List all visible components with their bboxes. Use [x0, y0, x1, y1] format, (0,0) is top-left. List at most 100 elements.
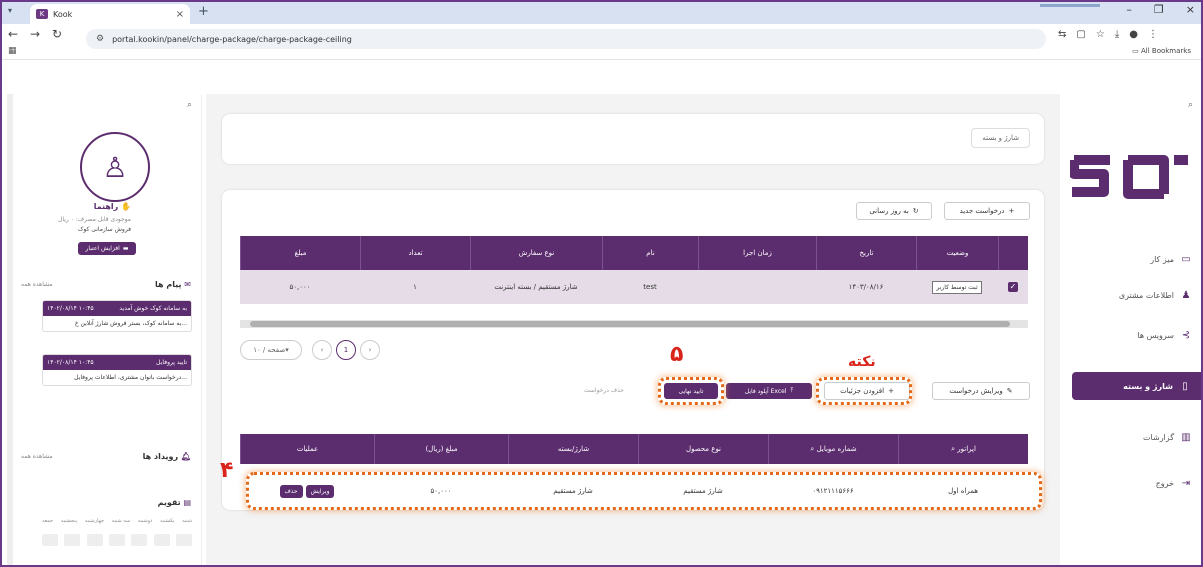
highlight-final-confirm: [658, 377, 724, 405]
back-icon[interactable]: ←: [8, 27, 18, 41]
new-request-label: درخواست جدید: [959, 207, 1005, 215]
increase-credit-label: افزایش اعتبار: [85, 245, 120, 252]
sidebar-item-dashboard[interactable]: میز کار ▭: [1061, 250, 1203, 268]
forward-icon[interactable]: →: [30, 27, 40, 41]
screenshot-icon[interactable]: ▢: [1076, 29, 1085, 40]
weekday: چهارشنبه: [84, 518, 105, 524]
user-name: راهنما ✋: [94, 202, 131, 211]
sidebar-item-services[interactable]: سرویس ها ⊰: [1061, 326, 1203, 344]
events-title: رویداد ها 🔔︎: [143, 452, 191, 461]
calendar-day[interactable]: [108, 534, 125, 546]
next-page-button[interactable]: ›: [360, 340, 380, 360]
site-info-icon[interactable]: ⚙: [96, 34, 104, 44]
address-bar[interactable]: ⚙ portal.kookin/panel/charge-package/cha…: [86, 29, 1046, 49]
message-body: درخواست بانوان مشتری، اطلاعات پروفایل...: [74, 374, 187, 381]
delete-request-button[interactable]: حذف درخواست: [584, 387, 624, 394]
sidebar-item-charge-package[interactable]: شارژ و بسته ▯: [1072, 372, 1203, 400]
calendar-day[interactable]: [153, 534, 170, 546]
sidebar-search-icon[interactable]: ⌕: [187, 100, 192, 110]
search-icon[interactable]: ⌕: [810, 445, 814, 454]
col-date: تاریخ: [816, 236, 916, 270]
horizontal-scrollbar[interactable]: [240, 320, 1028, 328]
breadcrumb[interactable]: شارژ و بسته: [971, 128, 1030, 148]
message-card[interactable]: ۱۴۰۲/۰۸/۱۴ ۱۰:۴۵ تایید پروفایل درخواست با…: [42, 354, 192, 386]
col-status: وضعیت: [916, 236, 998, 270]
col-operator-label: اپراتور: [957, 445, 976, 453]
sidebar-item-customer-info[interactable]: اطلاعات مشتری ♟: [1061, 286, 1203, 304]
profile-icon[interactable]: ●: [1129, 29, 1138, 40]
calendar-day[interactable]: [42, 534, 58, 546]
refresh-label: به روز رسانی: [869, 207, 909, 215]
cell-exec-time: [698, 270, 816, 304]
calendar-title-label: تقویم: [157, 498, 181, 507]
calendar-grid: [42, 534, 192, 546]
close-window-icon[interactable]: ×: [1186, 3, 1195, 16]
translate-icon[interactable]: ⇆: [1058, 29, 1066, 40]
minimize-icon[interactable]: –: [1126, 3, 1132, 16]
apps-icon[interactable]: ▦: [8, 46, 17, 56]
highlight-details-row: [246, 472, 1042, 510]
sidebar-search-icon[interactable]: ⌕: [1188, 100, 1193, 110]
messages-view-all[interactable]: مشاهده همه: [21, 281, 53, 288]
new-tab-icon[interactable]: +: [198, 4, 209, 19]
all-bookmarks-label: All Bookmarks: [1140, 47, 1191, 55]
all-bookmarks[interactable]: ▭ All Bookmarks: [1132, 47, 1191, 55]
star-icon[interactable]: ☆: [1096, 29, 1105, 40]
message-card[interactable]: ۱۴۰۲/۰۸/۱۴ ۱۰:۴۵ به سامانه کوک خوش آمدید …: [42, 300, 192, 332]
cell-status: ثبت توسط کاربر: [916, 270, 998, 304]
prev-page-button[interactable]: ‹: [312, 340, 332, 360]
search-icon[interactable]: ⌕: [951, 445, 955, 454]
user-balance: موجودی قابل مصرف: ۰ ریال: [58, 216, 131, 223]
col-actions: عملیات: [240, 434, 374, 464]
cell-amount: ۵۰,۰۰۰: [289, 283, 311, 291]
download-icon[interactable]: ⤓: [1115, 29, 1119, 40]
tab-search-icon[interactable]: ▾: [8, 6, 12, 15]
calendar-day[interactable]: [175, 534, 192, 546]
breadcrumb-card: شارژ و بسته: [222, 114, 1044, 164]
sidebar-item-label: خروج: [1155, 478, 1174, 488]
col-package: شارژ/بسته: [508, 434, 638, 464]
page-size-select[interactable]: ۱۰ / صفحه ▾: [240, 340, 302, 360]
calendar-day[interactable]: [131, 534, 148, 546]
refresh-button[interactable]: به روز رسانی ↻: [856, 202, 932, 220]
hand-wave-icon: ✋: [121, 202, 131, 211]
table-row[interactable]: ✓ ثبت توسط کاربر ۱۴۰۳/۰۸/۱۶ test شارژ مس…: [240, 270, 1028, 304]
events-view-all[interactable]: مشاهده همه: [21, 453, 53, 460]
pencil-icon: ✎: [1006, 387, 1013, 395]
edit-request-button[interactable]: ویرایش درخواست ✎: [932, 382, 1030, 400]
col-mobile: شماره موبایل ⌕: [768, 434, 898, 464]
menu-icon[interactable]: ⋮: [1148, 29, 1158, 40]
maximize-icon[interactable]: ❐: [1154, 3, 1164, 16]
sidebar-item-label: میز کار: [1150, 254, 1174, 264]
window-controls: – ❐ ×: [1126, 3, 1195, 16]
chart-icon: ▥: [1181, 431, 1191, 443]
col-mobile-label: شماره موبایل: [816, 445, 857, 453]
row-checkbox[interactable]: ✓: [998, 270, 1028, 304]
cell-name: test: [643, 283, 657, 291]
sim-icon: ▯: [1182, 380, 1188, 392]
scrollbar-thumb[interactable]: [250, 321, 1010, 327]
weekday: سه شنبه: [111, 518, 131, 524]
message-title: به سامانه کوک خوش آمدید: [119, 305, 187, 312]
plus-icon: +: [1008, 207, 1015, 215]
sidebar-item-reports[interactable]: گزارشات ▥: [1061, 428, 1203, 446]
message-card-header: ۱۴۰۲/۰۸/۱۴ ۱۰:۴۵ تایید پروفایل: [43, 355, 191, 370]
browser-tab[interactable]: K Kook ×: [30, 4, 190, 24]
weekday: یکشنبه: [160, 518, 175, 524]
close-tab-icon[interactable]: ×: [176, 9, 184, 20]
user-icon: ♙: [102, 150, 128, 184]
increase-credit-button[interactable]: افزایش اعتبار ▬: [78, 242, 136, 255]
calendar-day[interactable]: [64, 534, 81, 546]
reload-icon[interactable]: ↻: [52, 27, 62, 41]
page-scrollbar[interactable]: [7, 94, 13, 567]
sidebar-item-logout[interactable]: خروج ⇥: [1061, 474, 1203, 492]
calendar-day[interactable]: [86, 534, 103, 546]
new-request-button[interactable]: درخواست جدید +: [944, 202, 1030, 220]
checkbox-checked-icon: ✓: [1008, 282, 1018, 292]
bell-icon: 🔔︎: [180, 452, 191, 461]
upload-excel-button[interactable]: آپلود فایل Excel ⤒: [726, 383, 812, 399]
page-number-button[interactable]: 1: [336, 340, 356, 360]
kook-logo: [1070, 155, 1188, 199]
avatar[interactable]: ♙: [80, 132, 150, 202]
messages-title: پیام ها ✉: [155, 280, 191, 289]
